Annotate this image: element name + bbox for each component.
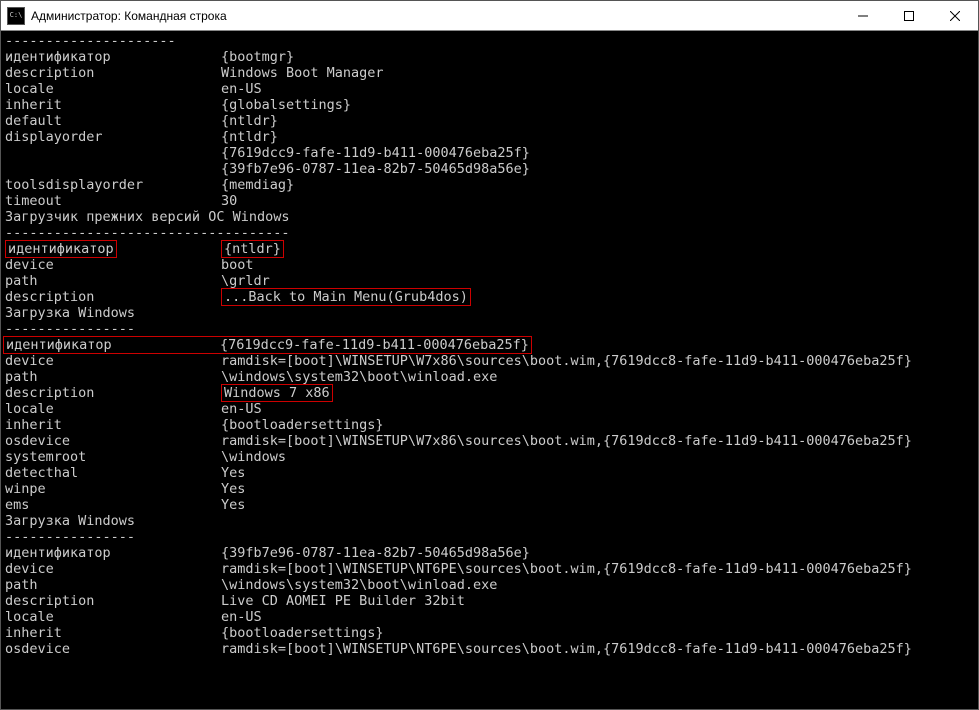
output-line: localeen-US — [5, 401, 974, 417]
output-line: systemroot\windows — [5, 449, 974, 465]
output-line: идентификатор{39fb7e96-0787-11ea-82b7-50… — [5, 545, 974, 561]
output-line: localeen-US — [5, 81, 974, 97]
output-line: osdeviceramdisk=[boot]\WINSETUP\W7x86\so… — [5, 433, 974, 449]
close-button[interactable] — [932, 1, 978, 30]
output-line: default{ntldr} — [5, 113, 974, 129]
output-line: {7619dcc9-fafe-11d9-b411-000476eba25f} — [5, 145, 974, 161]
output-line: toolsdisplayorder{memdiag} — [5, 177, 974, 193]
output-line: inherit{bootloadersettings} — [5, 417, 974, 433]
terminal-output[interactable]: ---------------------идентификатор{bootm… — [1, 31, 978, 709]
output-line: detecthalYes — [5, 465, 974, 481]
output-line: Загрузка Windows — [5, 305, 974, 321]
output-line: path\grldr — [5, 273, 974, 289]
output-line: идентификатор{7619dcc9-fafe-11d9-b411-00… — [5, 337, 974, 353]
window-title: Администратор: Командная строка — [31, 9, 840, 23]
cmd-icon: C:\ — [7, 7, 25, 25]
output-line: идентификатор{bootmgr} — [5, 49, 974, 65]
output-line: ---------------- — [5, 321, 974, 337]
output-line: deviceramdisk=[boot]\WINSETUP\W7x86\sour… — [5, 353, 974, 369]
maximize-button[interactable] — [886, 1, 932, 30]
titlebar[interactable]: C:\ Администратор: Командная строка — [1, 1, 978, 31]
output-line: {39fb7e96-0787-11ea-82b7-50465d98a56e} — [5, 161, 974, 177]
output-line: ----------------------------------- — [5, 225, 974, 241]
command-prompt-window: C:\ Администратор: Командная строка ----… — [0, 0, 979, 710]
output-line: deviceramdisk=[boot]\WINSETUP\NT6PE\sour… — [5, 561, 974, 577]
output-line: deviceboot — [5, 257, 974, 273]
output-line: path\windows\system32\boot\winload.exe — [5, 369, 974, 385]
output-line: path\windows\system32\boot\winload.exe — [5, 577, 974, 593]
output-line: --------------------- — [5, 33, 974, 49]
output-line: descriptionWindows 7 x86 — [5, 385, 974, 401]
output-line: descriptionLive CD AOMEI PE Builder 32bi… — [5, 593, 974, 609]
output-line: inherit{globalsettings} — [5, 97, 974, 113]
output-line: descriptionWindows Boot Manager — [5, 65, 974, 81]
output-line: timeout30 — [5, 193, 974, 209]
minimize-button[interactable] — [840, 1, 886, 30]
output-line: winpeYes — [5, 481, 974, 497]
output-line: localeen-US — [5, 609, 974, 625]
window-controls — [840, 1, 978, 30]
output-line: osdeviceramdisk=[boot]\WINSETUP\NT6PE\so… — [5, 641, 974, 657]
output-line: inherit{bootloadersettings} — [5, 625, 974, 641]
output-line: Загрузка Windows — [5, 513, 974, 529]
output-line: displayorder{ntldr} — [5, 129, 974, 145]
output-line: Загрузчик прежних версий ОС Windows — [5, 209, 974, 225]
output-line: description...Back to Main Menu(Grub4dos… — [5, 289, 974, 305]
output-line: идентификатор{ntldr} — [5, 241, 974, 257]
output-line: ---------------- — [5, 529, 974, 545]
output-line: emsYes — [5, 497, 974, 513]
